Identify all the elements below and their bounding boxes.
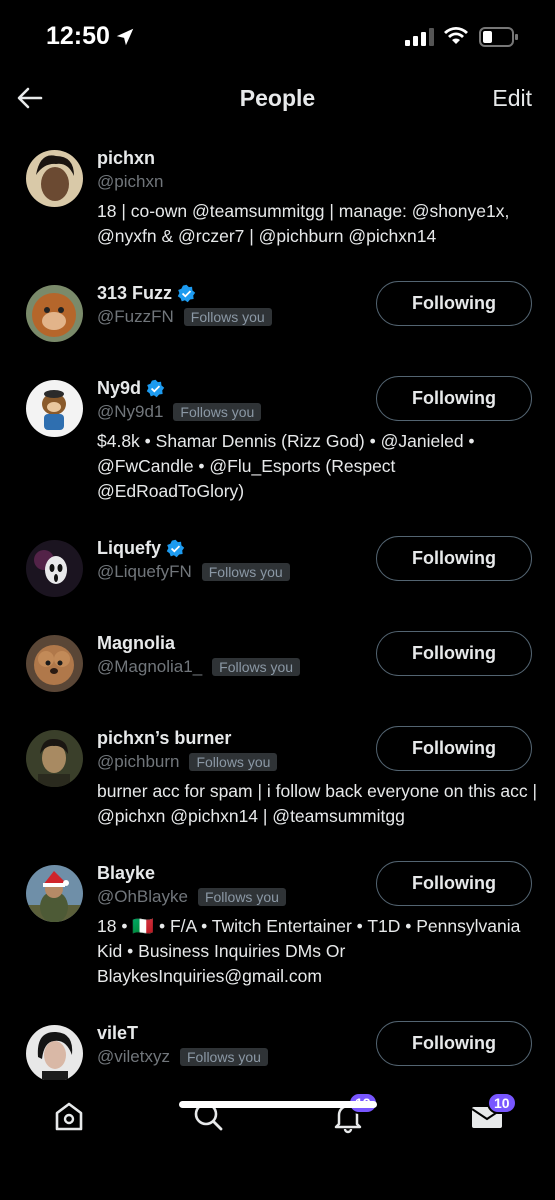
follows-you-badge: Follows you — [180, 1048, 268, 1066]
battery-icon — [479, 27, 518, 47]
follows-you-badge: Follows you — [183, 308, 272, 326]
wifi-icon — [444, 27, 468, 44]
user-name: Blayke — [97, 862, 156, 883]
following-button[interactable]: Following — [376, 536, 532, 581]
avatar[interactable] — [26, 150, 83, 207]
user-name: Liquefy — [97, 537, 162, 558]
user-name: vileT — [97, 1022, 139, 1043]
following-button[interactable]: Following — [376, 631, 532, 676]
user-bio: burner acc for spam | i follow back ever… — [97, 781, 537, 826]
avatar[interactable] — [26, 865, 83, 922]
verified-badge-icon — [146, 379, 165, 397]
cellular-signal-icon — [405, 28, 434, 46]
follows-you-badge: Follows you — [173, 403, 262, 421]
user-bio: 18 • 🇮🇹 • F/A • Twitch Entertainer • T1D… — [97, 916, 521, 986]
avatar[interactable] — [26, 540, 83, 597]
avatar[interactable] — [26, 635, 83, 692]
following-button[interactable]: Following — [376, 1021, 532, 1066]
verified-badge-icon — [177, 284, 196, 302]
follows-you-badge: Follows you — [197, 888, 286, 906]
user-handle: @pichburn — [97, 752, 180, 771]
user-handle: @pichxn — [97, 172, 164, 191]
avatar[interactable] — [26, 730, 83, 787]
home-indicator — [179, 1101, 377, 1108]
avatar[interactable] — [26, 285, 83, 342]
avatar[interactable] — [26, 1025, 83, 1080]
user-handle: @Ny9d1 — [97, 402, 164, 421]
user-bio: $4.8k • Shamar Dennis (Rizz God) • @Jani… — [97, 431, 475, 501]
user-name: Magnolia — [97, 632, 176, 653]
header: People Edit — [0, 72, 555, 126]
tab-bar: 12 10 — [0, 1080, 555, 1200]
edit-button[interactable]: Edit — [492, 85, 532, 112]
following-button[interactable]: Following — [376, 281, 532, 326]
user-name: pichxn’s burner — [97, 727, 232, 748]
status-bar: 12:50 — [0, 0, 555, 72]
messages-badge: 10 — [487, 1092, 517, 1114]
user-bio: 18 | co-own @teamsummitgg | manage: @sho… — [97, 201, 510, 246]
tab-messages[interactable]: 10 — [469, 1092, 517, 1134]
page-title: People — [239, 85, 316, 111]
following-button[interactable]: Following — [376, 861, 532, 906]
location-arrow-icon — [116, 28, 134, 46]
follows-you-badge: Follows you — [212, 658, 301, 676]
user-handle: @Magnolia1_ — [97, 657, 203, 676]
avatar[interactable] — [26, 380, 83, 437]
user-name: Ny9d — [97, 377, 142, 398]
status-time: 12:50 — [46, 22, 110, 50]
tab-home[interactable] — [51, 1098, 87, 1134]
user-handle: @LiquefyFN — [97, 562, 192, 581]
user-handle: @FuzzFN — [97, 307, 174, 326]
people-list: pichxn @pichxn 18 | co-own @teamsummitgg… — [0, 126, 555, 1080]
home-icon — [55, 1102, 83, 1131]
following-button[interactable]: Following — [376, 726, 532, 771]
user-handle: @viletxyz — [97, 1047, 170, 1066]
following-button[interactable]: Following — [376, 376, 532, 421]
verified-badge-icon — [166, 539, 185, 557]
user-name: 313 Fuzz — [97, 282, 173, 303]
follows-you-badge: Follows you — [189, 753, 278, 771]
user-name: pichxn — [97, 147, 156, 168]
user-handle: @OhBlayke — [97, 887, 188, 906]
follows-you-badge: Follows you — [201, 563, 290, 581]
